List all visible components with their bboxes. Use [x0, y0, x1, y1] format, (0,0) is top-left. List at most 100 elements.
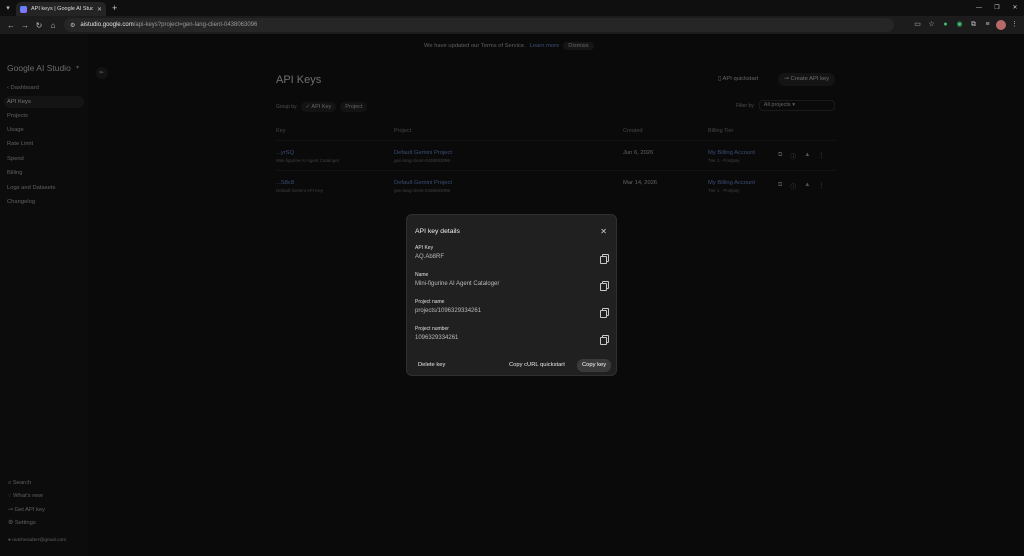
sidebar-item-billing[interactable]: Billing	[4, 167, 84, 179]
row2-key-link[interactable]: ...S8c8	[276, 180, 294, 186]
api-key-value: AQ.Ab8RF	[415, 254, 445, 260]
terms-banner: We have updated our Terms of Service. Le…	[424, 41, 594, 51]
row1-billing-link[interactable]: My Billing Account	[708, 150, 755, 156]
brand-logo[interactable]: Google AI Studio	[7, 63, 71, 73]
sidebar-settings[interactable]: ⚙ Settings	[8, 520, 36, 526]
sidebar-item-spend[interactable]: Spend	[4, 153, 84, 165]
row2-warning-icon[interactable]: ▲	[804, 182, 810, 191]
extensions-puzzle-icon[interactable]: ⧉	[968, 18, 979, 32]
tab-search-icon[interactable]: ▾	[0, 0, 16, 16]
browser-toolbar: ← → ↻ ⌂ ⚙ aistudio.google.com/api-keys?p…	[0, 16, 1024, 34]
row2-actions: ⧉ ⓘ ▲ ⋮	[778, 182, 824, 191]
filter-by: Filter by All projects ▾	[736, 100, 835, 111]
browser-menu-icon[interactable]: ⋮	[1009, 18, 1020, 32]
copy-api-key-icon[interactable]	[600, 254, 609, 264]
extension-green-icon[interactable]: ◉	[954, 18, 965, 32]
tab-title: API keys | Google AI Studio	[31, 6, 93, 12]
row1-actions: ⧉ ⓘ ▲ ⋮	[778, 152, 824, 161]
header-divider	[276, 140, 836, 141]
site-info-icon[interactable]: ⚙	[70, 22, 75, 29]
project-name-value: projects/1096329334261	[415, 308, 482, 314]
cast-icon[interactable]: ▭	[912, 18, 923, 32]
bookmark-star-icon[interactable]: ☆	[926, 18, 937, 32]
name-value: Mini-figurine AI Agent Cataloger	[415, 281, 500, 287]
copy-project-number-icon[interactable]	[600, 335, 609, 345]
api-key-details-dialog: API key details ✕ API Key AQ.Ab8RF Name …	[406, 214, 617, 376]
group-chip-project[interactable]: Project	[340, 102, 368, 112]
row1-warning-icon[interactable]: ▲	[804, 152, 810, 161]
sidebar-item-dashboard[interactable]: ‹ Dashboard	[4, 82, 84, 94]
column-key: Key	[276, 128, 286, 134]
window-controls: — ❐ ✕	[970, 0, 1024, 16]
row2-more-icon[interactable]: ⋮	[818, 182, 824, 191]
row1-key-name: Mini-figurine AI Agent Cataloger	[276, 158, 340, 163]
back-icon[interactable]: ←	[4, 21, 18, 30]
address-url: aistudio.google.com/api-keys?project=gen…	[80, 22, 258, 28]
banner-text: We have updated our Terms of Service.	[424, 43, 526, 49]
sidebar-search[interactable]: ⌕ Search	[8, 480, 31, 487]
project-number-label: Project number	[415, 326, 449, 332]
sidebar-item-usage[interactable]: Usage	[4, 124, 84, 136]
api-quickstart-button[interactable]: ▯ API quickstart	[718, 76, 758, 82]
sidebar-item-rate-limit[interactable]: Rate Limit	[4, 138, 84, 150]
column-project: Project	[394, 128, 412, 134]
row1-copy-icon[interactable]: ⧉	[778, 152, 782, 161]
group-chip-api-key[interactable]: ✓ API Key	[300, 102, 337, 112]
minimize-icon[interactable]: —	[970, 0, 988, 16]
sidebar-whats-new[interactable]: ◌ What's new	[8, 493, 43, 499]
profile-avatar[interactable]	[996, 20, 1006, 30]
close-tab-icon[interactable]: ✕	[97, 6, 102, 13]
sidebar-account[interactable]: ● nutcheraderr@gmail.com	[8, 538, 66, 543]
api-key-label: API Key	[415, 245, 434, 251]
row2-billing-tier: Tier 1 · Postpay	[708, 188, 740, 193]
row1-billing-tier: Tier 1 · Postpay	[708, 158, 740, 163]
column-billing-tier: Billing Tier	[708, 128, 734, 134]
dialog-title: API key details	[415, 228, 460, 235]
sidebar-item-api-keys[interactable]: API Keys	[4, 96, 84, 108]
close-icon[interactable]: ✕	[600, 227, 607, 236]
row2-project-link[interactable]: Default Gemini Project	[394, 180, 452, 186]
forward-icon[interactable]: →	[18, 21, 32, 30]
toolbar-icons: ▭ ☆ ● ◉ ⧉ ≡ ⋮	[912, 18, 1020, 32]
copy-project-name-icon[interactable]	[600, 308, 609, 318]
row2-key-name: Default Gemini API Key	[276, 188, 324, 193]
banner-learn-more-link[interactable]: Learn more	[530, 43, 560, 49]
filter-label: Filter by	[736, 102, 754, 109]
row1-project-link[interactable]: Default Gemini Project	[394, 150, 452, 156]
column-created: Created	[623, 128, 643, 134]
row1-info-icon[interactable]: ⓘ	[790, 152, 796, 161]
media-controls-icon[interactable]: ≡	[982, 18, 993, 32]
banner-dismiss-button[interactable]: Dismiss	[563, 42, 594, 50]
chevron-down-icon[interactable]: ▾	[76, 64, 79, 71]
project-filter-select[interactable]: All projects ▾	[758, 100, 835, 111]
copy-curl-quickstart-button[interactable]: Copy cURL quickstart	[505, 359, 569, 372]
name-label: Name	[415, 272, 429, 278]
browser-tab[interactable]: API keys | Google AI Studio ✕	[16, 2, 106, 16]
create-api-key-button[interactable]: ⊸ Create API key	[778, 73, 836, 86]
restore-icon[interactable]: ❐	[988, 0, 1006, 16]
copy-key-button[interactable]: Copy key	[577, 359, 612, 372]
home-icon[interactable]: ⌂	[46, 21, 60, 30]
sidebar-get-api-key[interactable]: ⊸ Get API key	[8, 507, 45, 513]
row1-key-link[interactable]: ...yrSQ	[276, 150, 294, 156]
sidebar-item-projects[interactable]: Projects	[4, 110, 84, 122]
new-tab-icon[interactable]: +	[112, 3, 117, 13]
sidebar-item-logs[interactable]: Logs and Datasets	[4, 182, 84, 194]
row2-copy-icon[interactable]: ⧉	[778, 182, 782, 191]
copy-name-icon[interactable]	[600, 281, 609, 291]
page-title: API Keys	[276, 74, 322, 86]
collapse-sidebar-icon[interactable]: ⇤	[96, 67, 108, 79]
group-by: Group by ✓ API Key Project	[276, 102, 368, 112]
reload-icon[interactable]: ↻	[32, 21, 46, 30]
sidebar-item-changelog[interactable]: Changelog	[4, 196, 84, 208]
row2-info-icon[interactable]: ⓘ	[790, 182, 796, 191]
row2-billing-link[interactable]: My Billing Account	[708, 180, 755, 186]
delete-key-button[interactable]: Delete key	[414, 359, 449, 372]
row1-more-icon[interactable]: ⋮	[818, 152, 824, 161]
address-bar[interactable]: ⚙ aistudio.google.com/api-keys?project=g…	[64, 18, 894, 32]
row2-project-id: gen-lang-client-0438063096	[394, 188, 451, 193]
project-name-label: Project name	[415, 299, 445, 305]
close-window-icon[interactable]: ✕	[1006, 0, 1024, 16]
group-by-label: Group by	[276, 104, 297, 110]
extension-shield-icon[interactable]: ●	[940, 18, 951, 32]
